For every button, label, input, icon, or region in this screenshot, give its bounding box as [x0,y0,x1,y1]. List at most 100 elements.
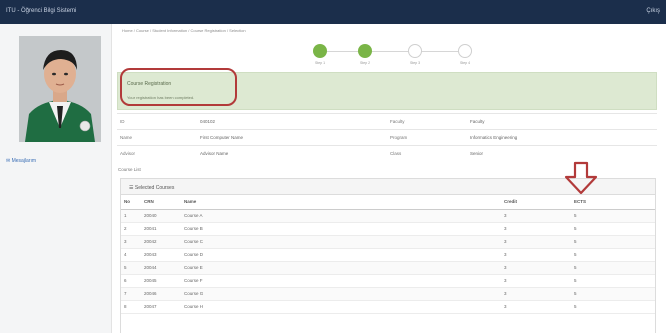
info-value: Faculty [467,113,657,130]
cell: 20046 [141,287,181,301]
top-navbar: ITU - Öğrenci Bilgi Sistemi Çıkış [0,0,666,24]
cell: 20040 [141,209,181,223]
app-title: ITU - Öğrenci Bilgi Sistemi [6,8,77,14]
step-pending-icon [408,44,422,58]
table-row[interactable]: 8 20047 Course H 3 5 [121,300,655,314]
cell: Course F [181,274,501,288]
cell: 5 [571,222,655,236]
cell: 7 [121,287,141,301]
info-value: Advisor Name [197,145,387,162]
table-header-row: No CRN Name Credit ECTS [121,195,655,210]
cell: 3 [501,261,571,275]
cell: 20042 [141,235,181,249]
step-2: Step 2 [345,44,385,65]
step-done-icon [313,44,327,58]
sidebar-link-messages[interactable]: ✉ Mesajlarım [6,158,36,164]
cell: 3 [121,235,141,249]
cell: Course C [181,235,501,249]
info-row: Advisor Advisor Name Class Senior [117,145,657,162]
cell: Course A [181,209,501,223]
col-header[interactable]: Credit [501,195,571,210]
courses-table: No CRN Name Credit ECTS 1 20040 Course A… [121,195,655,314]
cell: Course D [181,248,501,262]
cell: 20044 [141,261,181,275]
cell: 3 [501,222,571,236]
info-key: ID [117,113,197,130]
sidebar: ✉ Mesajlarım [0,24,112,333]
cell: Course G [181,287,501,301]
table-row[interactable]: 3 20042 Course C 3 5 [121,235,655,249]
section-label: Course List [118,167,141,172]
table-row[interactable]: 7 20046 Course G 3 5 [121,287,655,301]
step-3: Step 3 [395,44,435,65]
cell: 5 [571,261,655,275]
student-photo [19,36,101,142]
table-row[interactable]: 2 20041 Course B 3 5 [121,222,655,236]
table-row[interactable]: 1 20040 Course A 3 5 [121,209,655,223]
cell: 2 [121,222,141,236]
info-key: Class [387,145,467,162]
table-row[interactable]: 4 20043 Course D 3 5 [121,248,655,262]
student-info-table: ID 040102 Faculty Faculty Name First Com… [117,113,657,162]
cell: 5 [571,209,655,223]
step-pending-icon [458,44,472,58]
cell: 5 [571,300,655,314]
info-key: Name [117,129,197,146]
sidebar-link-label: Mesajlarım [11,158,37,164]
cell: 5 [571,287,655,301]
step-label: Step 3 [409,61,421,65]
cell: 3 [501,274,571,288]
cell: 6 [121,274,141,288]
cell: 5 [571,235,655,249]
cell: 20047 [141,300,181,314]
col-header[interactable]: No [121,195,141,210]
table-row[interactable]: 6 20045 Course F 3 5 [121,274,655,288]
info-value: Informatics Engineering [467,129,657,146]
info-row: Name First Computer Name Program Informa… [117,129,657,146]
list-icon: ☰ [129,185,134,191]
cell: 4 [121,248,141,262]
breadcrumb: Home / Course / Student Information / Co… [122,28,246,33]
step-label: Step 1 [314,61,326,65]
cell: 5 [121,261,141,275]
cell: 5 [571,274,655,288]
col-header[interactable]: Name [181,195,501,210]
courses-panel: ☰ Selected Courses No CRN Name Credit EC… [120,178,656,333]
step-1: Step 1 [300,44,340,65]
cell: Course H [181,300,501,314]
info-key: Advisor [117,145,197,162]
cell: 20041 [141,222,181,236]
step-done-icon [358,44,372,58]
cell: 3 [501,287,571,301]
cell: 8 [121,300,141,314]
progress-steps: Step 1 Step 2 Step 3 Step 4 [300,44,480,72]
step-label: Step 4 [459,61,471,65]
col-header[interactable]: CRN [141,195,181,210]
cell: 1 [121,209,141,223]
cell: 5 [571,248,655,262]
step-label: Step 2 [359,61,371,65]
col-header[interactable]: ECTS [571,195,655,210]
highlight-ring [120,68,237,106]
cell: 20043 [141,248,181,262]
info-key: Faculty [387,113,467,130]
cell: 3 [501,248,571,262]
cell: 20045 [141,274,181,288]
info-key: Program [387,129,467,146]
steps-connector [320,51,460,52]
table-row[interactable]: 5 20044 Course E 3 5 [121,261,655,275]
cell: Course B [181,222,501,236]
cell: 3 [501,300,571,314]
down-arrow-icon [564,161,598,195]
cell: 3 [501,235,571,249]
info-value: Senior [467,145,657,162]
info-value: First Computer Name [197,129,387,146]
step-4: Step 4 [445,44,485,65]
panel-title: Selected Courses [134,185,175,191]
cell: 3 [501,209,571,223]
info-row: ID 040102 Faculty Faculty [117,113,657,130]
info-value: 040102 [197,113,387,130]
cell: Course E [181,261,501,275]
mail-icon: ✉ [6,158,11,164]
logout-link[interactable]: Çıkış [646,8,660,14]
